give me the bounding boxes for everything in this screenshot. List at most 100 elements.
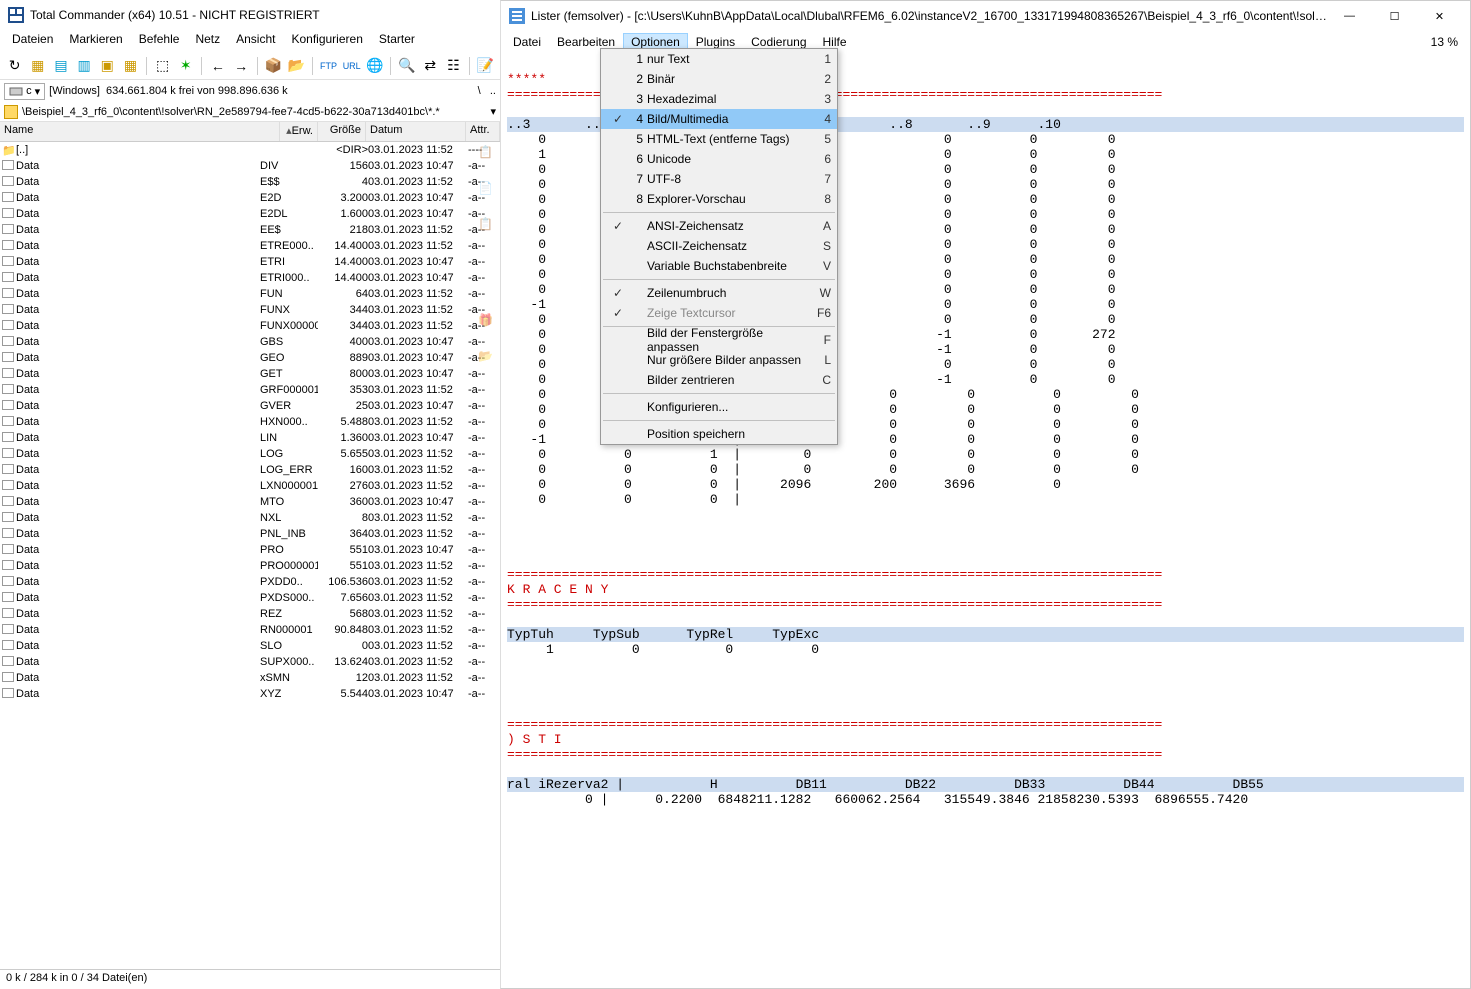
tool-icon[interactable]: ⬚ xyxy=(152,55,173,77)
menu-option[interactable]: Bilder zentrierenC xyxy=(601,370,837,390)
file-list[interactable]: 📁 [..] <DIR> 03.01.2023 11:52 ---- DataD… xyxy=(0,142,500,959)
file-row[interactable]: DataE2DL1.600 03.01.2023 10:47 -a-- xyxy=(0,206,500,222)
updir-button[interactable]: .. xyxy=(490,85,496,97)
menu-option[interactable]: ASCII-ZeichensatzS xyxy=(601,236,837,256)
menu-option[interactable]: Variable BuchstabenbreiteV xyxy=(601,256,837,276)
file-row[interactable]: DataSUPX000..13.624 03.01.2023 11:52 -a-… xyxy=(0,654,500,670)
file-row[interactable]: DataLXN000001276 03.01.2023 11:52 -a-- xyxy=(0,478,500,494)
menu-option[interactable]: 1nur Text1 xyxy=(601,49,837,69)
tool-icon[interactable]: ▥ xyxy=(74,55,95,77)
menu-markieren[interactable]: Markieren xyxy=(61,30,130,52)
header-name[interactable]: Name xyxy=(0,122,280,141)
open-icon[interactable]: 📂 xyxy=(478,349,494,365)
menu-option[interactable]: 5HTML-Text (entferne Tags)5 xyxy=(601,129,837,149)
ftp-icon[interactable]: FTP xyxy=(318,55,339,77)
menu-option[interactable]: 6Unicode6 xyxy=(601,149,837,169)
menu-datei[interactable]: Datei xyxy=(505,33,549,51)
net-icon[interactable]: 🌐 xyxy=(364,55,385,77)
back-icon[interactable]: ← xyxy=(207,55,228,77)
forward-icon[interactable]: → xyxy=(230,55,251,77)
close-button[interactable]: ✕ xyxy=(1417,1,1462,31)
pack-icon[interactable]: 📦 xyxy=(263,55,284,77)
file-row[interactable]: DataDIV156 03.01.2023 10:47 -a-- xyxy=(0,158,500,174)
path-bar[interactable]: \Beispiel_4_3_rf6_0\content\!solver\RN_2… xyxy=(0,102,500,122)
file-row[interactable]: DataHXN000..5.488 03.01.2023 11:52 -a-- xyxy=(0,414,500,430)
file-row[interactable]: DataPRO000001551 03.01.2023 11:52 -a-- xyxy=(0,558,500,574)
file-row[interactable]: DataLIN1.360 03.01.2023 10:47 -a-- xyxy=(0,430,500,446)
maximize-button[interactable]: ☐ xyxy=(1372,1,1417,31)
menu-option[interactable]: 8Explorer-Vorschau8 xyxy=(601,189,837,209)
menu-netz[interactable]: Netz xyxy=(187,30,228,52)
menu-option[interactable]: 3Hexadezimal3 xyxy=(601,89,837,109)
gift-icon[interactable]: 🎁 xyxy=(478,313,494,329)
file-row[interactable]: DataPXDS000..7.656 03.01.2023 11:52 -a-- xyxy=(0,590,500,606)
copy-icon[interactable]: 📋 xyxy=(478,145,494,161)
file-row[interactable]: DataNXL8 03.01.2023 11:52 -a-- xyxy=(0,510,500,526)
file-row[interactable]: DataGET800 03.01.2023 10:47 -a-- xyxy=(0,366,500,382)
file-row[interactable]: DataGEO889 03.01.2023 10:47 -a-- xyxy=(0,350,500,366)
file-row[interactable]: DataMTO360 03.01.2023 10:47 -a-- xyxy=(0,494,500,510)
header-size[interactable]: Größe xyxy=(318,122,366,141)
file-row[interactable]: DataGBS400 03.01.2023 10:47 -a-- xyxy=(0,334,500,350)
file-row[interactable]: DataSLO0 03.01.2023 11:52 -a-- xyxy=(0,638,500,654)
refresh-icon[interactable]: ↻ xyxy=(4,55,25,77)
tool-icon[interactable]: ▦ xyxy=(120,55,141,77)
file-row[interactable]: DataREZ568 03.01.2023 11:52 -a-- xyxy=(0,606,500,622)
header-ext[interactable]: ▴Erw. xyxy=(280,122,318,141)
menu-option[interactable]: 7UTF-87 xyxy=(601,169,837,189)
drive-selector[interactable]: c ▾ xyxy=(4,83,45,100)
file-row[interactable]: DataxSMN12 03.01.2023 11:52 -a-- xyxy=(0,670,500,686)
menu-option[interactable]: 2Binär2 xyxy=(601,69,837,89)
file-row[interactable]: DataXYZ5.544 03.01.2023 10:47 -a-- xyxy=(0,686,500,702)
tool-icon[interactable]: ▣ xyxy=(97,55,118,77)
menu-befehle[interactable]: Befehle xyxy=(131,30,188,52)
file-row[interactable]: DataFUN64 03.01.2023 11:52 -a-- xyxy=(0,286,500,302)
menu-konfigurieren[interactable]: Konfigurieren xyxy=(283,30,370,52)
file-row[interactable]: DataLOG_ERR160 03.01.2023 11:52 -a-- xyxy=(0,462,500,478)
unpack-icon[interactable]: 📂 xyxy=(286,55,307,77)
tool-icon[interactable]: ▦ xyxy=(27,55,48,77)
menu-option[interactable]: ✓ANSI-ZeichensatzA xyxy=(601,216,837,236)
header-date[interactable]: Datum xyxy=(366,122,466,141)
file-row[interactable]: DataRN00000190.848 03.01.2023 11:52 -a-- xyxy=(0,622,500,638)
header-attr[interactable]: Attr. xyxy=(466,122,500,141)
paste-icon[interactable]: 📋 xyxy=(478,217,494,233)
menu-dateien[interactable]: Dateien xyxy=(4,30,61,52)
tool-icon[interactable]: ▤ xyxy=(50,55,71,77)
menu-option[interactable]: Bild der Fenstergröße anpassenF xyxy=(601,330,837,350)
drive-free-text: 634.661.804 k frei von 998.896.636 k xyxy=(106,85,288,97)
file-row[interactable]: DataEE$218 03.01.2023 11:52 -a-- xyxy=(0,222,500,238)
tool-icon[interactable]: ✶ xyxy=(175,55,196,77)
parent-dir-row[interactable]: 📁 [..] <DIR> 03.01.2023 11:52 ---- xyxy=(0,142,500,158)
menu-starter[interactable]: Starter xyxy=(371,30,423,52)
tc-toolbar: ↻ ▦ ▤ ▥ ▣ ▦ ⬚ ✶ ← → 📦 📂 FTP URL 🌐 🔍 ⇄ ☷ … xyxy=(0,52,500,80)
search-icon[interactable]: 🔍 xyxy=(396,55,417,77)
file-row[interactable]: DataGVER25 03.01.2023 10:47 -a-- xyxy=(0,398,500,414)
menu-option[interactable]: ✓4Bild/Multimedia4 xyxy=(601,109,837,129)
menu-option[interactable]: ✓ZeilenumbruchW xyxy=(601,283,837,303)
file-row[interactable]: DataETRI14.400 03.01.2023 10:47 -a-- xyxy=(0,254,500,270)
tree-icon[interactable]: ☷ xyxy=(443,55,464,77)
file-row[interactable]: DataFUNX344 03.01.2023 11:52 -a-- xyxy=(0,302,500,318)
menu-ansicht[interactable]: Ansicht xyxy=(228,30,283,52)
file-row[interactable]: DataETRI000..14.400 03.01.2023 10:47 -a-… xyxy=(0,270,500,286)
file-row[interactable]: DataPRO551 03.01.2023 10:47 -a-- xyxy=(0,542,500,558)
file-row[interactable]: DataPNL_INB364 03.01.2023 11:52 -a-- xyxy=(0,526,500,542)
url-icon[interactable]: URL xyxy=(341,55,362,77)
edit-icon[interactable]: 📝 xyxy=(475,55,496,77)
sync-icon[interactable]: ⇄ xyxy=(420,55,441,77)
menu-option[interactable]: Position speichern xyxy=(601,424,837,444)
file-icon xyxy=(2,192,16,205)
file-row[interactable]: DataE$$4 03.01.2023 11:52 -a-- xyxy=(0,174,500,190)
root-button[interactable]: \ xyxy=(478,85,481,97)
menu-option[interactable]: Konfigurieren... xyxy=(601,397,837,417)
file-row[interactable]: DataETRE000..14.400 03.01.2023 11:52 -a-… xyxy=(0,238,500,254)
file-row[interactable]: DataE2D3.200 03.01.2023 10:47 -a-- xyxy=(0,190,500,206)
file-row[interactable]: DataGRF000001353 03.01.2023 11:52 -a-- xyxy=(0,382,500,398)
minimize-button[interactable]: — xyxy=(1327,1,1372,31)
clipboard-icon[interactable]: 📄 xyxy=(478,181,494,197)
file-row[interactable]: DataFUNX000001344 03.01.2023 11:52 -a-- xyxy=(0,318,500,334)
menu-option[interactable]: Nur größere Bilder anpassenL xyxy=(601,350,837,370)
file-row[interactable]: DataLOG5.655 03.01.2023 11:52 -a-- xyxy=(0,446,500,462)
file-row[interactable]: DataPXDD0..106.536 03.01.2023 11:52 -a-- xyxy=(0,574,500,590)
